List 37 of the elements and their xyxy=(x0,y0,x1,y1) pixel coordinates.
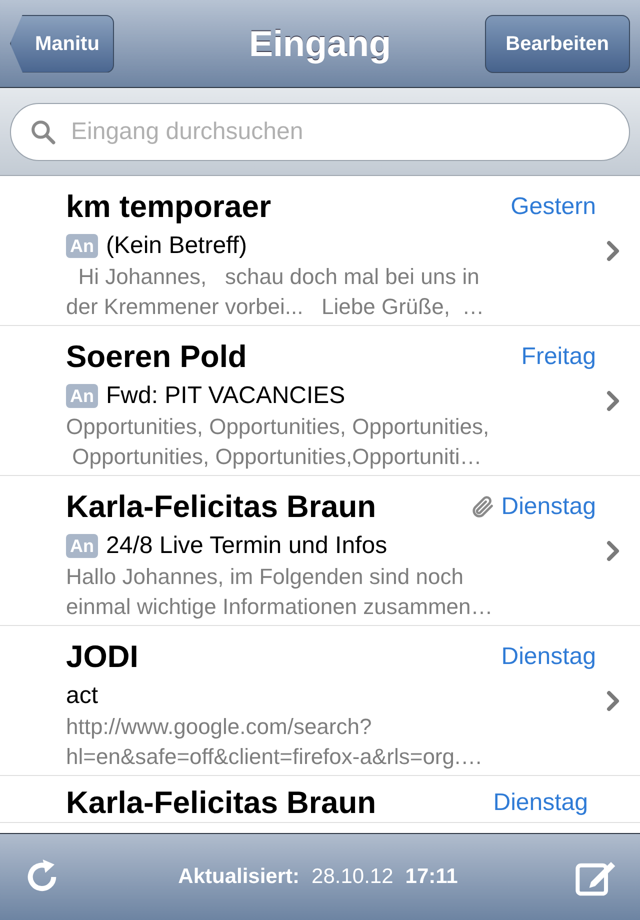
message-preview: http://www.google.com/search? xyxy=(66,712,373,741)
message-date: Dienstag xyxy=(501,642,596,672)
recipient-tag: An xyxy=(66,534,98,558)
back-button[interactable]: Manitu xyxy=(10,14,114,72)
sender-name: Soeren Pold xyxy=(66,338,247,376)
message-preview: Hallo Johannes, im Folgenden sind noch xyxy=(66,562,464,591)
message-date: Gestern xyxy=(510,192,596,222)
window-title: Eingang xyxy=(249,22,391,66)
search-field[interactable]: Eingang durchsuchen xyxy=(10,102,630,160)
updated-time: 17:11 xyxy=(405,864,458,890)
chevron-right-icon xyxy=(606,690,620,712)
recipient-tag: An xyxy=(66,384,98,408)
chevron-right-icon xyxy=(606,540,620,562)
message-preview: der Kremmener vorbei... Liebe Grüße, … xyxy=(66,292,486,320)
message-date: Dienstag xyxy=(493,788,588,818)
message-preview: hl=en&safe=off&client=firefox-a&rls=org.… xyxy=(66,742,484,771)
chevron-right-icon xyxy=(606,390,620,412)
message-preview: Opportunities, Opportunities,Opportuniti… xyxy=(71,442,483,471)
message-subject: 24/8 Live Termin und Infos xyxy=(106,530,388,560)
search-icon xyxy=(29,118,57,146)
sender-name: Karla-Felicitas Braun xyxy=(66,488,376,526)
message-subject: act xyxy=(66,680,98,710)
recipient-tag: An xyxy=(66,234,98,258)
message-date: Dienstag xyxy=(501,492,596,522)
message-preview: einmal wichtige Informationen zusammen… xyxy=(66,592,494,621)
updated-date: 28.10.12 xyxy=(312,864,394,890)
edit-button[interactable]: Bearbeiten xyxy=(484,14,630,72)
message-date: Freitag xyxy=(521,342,596,372)
message-subject: Fwd: PIT VACANCIES xyxy=(106,380,346,410)
message-preview: Hi Johannes, schau doch mal bei uns in xyxy=(77,262,480,290)
sender-name: km temporaer xyxy=(66,188,272,226)
sender-name: Karla-Felicitas Braun xyxy=(66,784,376,822)
chevron-right-icon xyxy=(606,240,620,262)
updated-label: Aktualisiert: xyxy=(178,864,300,890)
message-subject: (Kein Betreff) xyxy=(106,230,247,260)
sender-name: JODI xyxy=(66,638,138,676)
message-preview: Opportunities, Opportunities, Opportunities, xyxy=(66,412,490,441)
